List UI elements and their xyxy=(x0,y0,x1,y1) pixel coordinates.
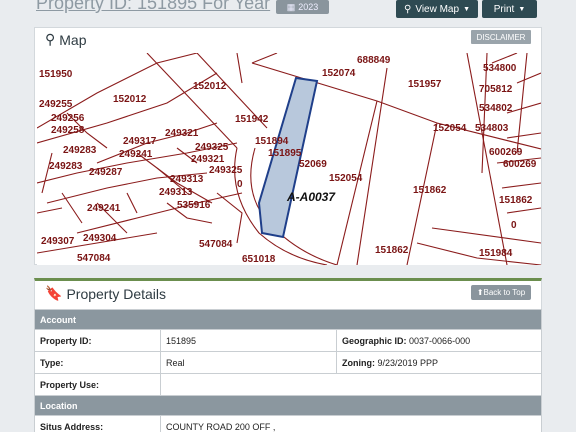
parcel-label: 249321 xyxy=(165,128,199,139)
parcel-label: 249241 xyxy=(87,203,121,214)
table-row: Property ID: 151895 Geographic ID: 0037-… xyxy=(34,329,542,352)
page-title: Property ID: 151895 For Year xyxy=(36,0,271,13)
parcel-label: 534803 xyxy=(475,123,509,134)
parcel-label: 151942 xyxy=(235,114,269,125)
parcel-label: 152012 xyxy=(113,94,147,105)
table-row: Type: Real Zoning: 9/23/2019 PPP xyxy=(34,351,542,374)
map-title-label: Map xyxy=(59,31,87,48)
parcel-label: 151862 xyxy=(413,185,447,196)
top-bar: Property ID: 151895 For Year ▦ 2023 ⚲ Vi… xyxy=(0,0,576,22)
parcel-label: 651018 xyxy=(242,254,276,265)
parcel-label: 534802 xyxy=(479,103,513,114)
zoning-label: Zoning: xyxy=(342,357,375,368)
parcel-label: 249317 xyxy=(123,136,157,147)
parcel-label: 688849 xyxy=(357,55,391,66)
table-row: Property Use: xyxy=(34,373,542,396)
geographic-id-value: 0037-0066-000 xyxy=(409,335,471,346)
property-use-value xyxy=(160,373,542,396)
parcel-label: 249321 xyxy=(191,154,225,165)
map-marker-icon: ⚲ xyxy=(45,31,56,47)
parcel-label: 151862 xyxy=(499,195,533,206)
parcel-label: 249283 xyxy=(63,145,97,156)
parcel-label: 0 xyxy=(511,220,517,231)
details-title-label: Property Details xyxy=(66,285,167,302)
section-header-location: Location xyxy=(34,395,542,416)
view-map-button[interactable]: ⚲ View Map ▼ xyxy=(396,0,478,18)
parcel-label: 152054 xyxy=(433,123,467,134)
back-to-top-button[interactable]: ⬆ Back to Top xyxy=(471,285,531,300)
parcel-label: 151957 xyxy=(408,79,442,90)
property-use-label: Property Use: xyxy=(34,373,161,396)
property-details-panel: 🔖 Property Details ⬆ Back to Top Account… xyxy=(34,278,542,432)
print-button[interactable]: Print ▼ xyxy=(482,0,537,18)
table-row: Situs Address: COUNTY ROAD 200 OFF , xyxy=(34,415,542,432)
view-map-label: View Map xyxy=(415,3,460,15)
arrow-up-icon: ⬆ xyxy=(476,288,484,297)
caret-down-icon: ▼ xyxy=(463,5,470,13)
back-to-top-label: Back to Top xyxy=(483,288,526,297)
parcel-label: 151895 xyxy=(268,148,302,159)
parcel-label: 249255 xyxy=(39,99,73,110)
disclaimer-button[interactable]: DISCLAIMER xyxy=(471,30,531,44)
parcel-label: 249304 xyxy=(83,233,117,244)
parcel-label: 151950 xyxy=(39,69,73,80)
parcel-label: 249287 xyxy=(89,167,123,178)
property-id-value: 151895 xyxy=(160,329,337,352)
parcel-label: 249256 xyxy=(51,113,85,124)
parcel-label: 249283 xyxy=(49,161,83,172)
section-row-location: Location xyxy=(34,395,542,416)
parcel-label: 249307 xyxy=(41,236,75,247)
parcel-map[interactable]: 688849 152074 534800 151950 152012 15195… xyxy=(37,53,541,265)
parcel-label: 249313 xyxy=(159,187,193,198)
parcel-label: 152054 xyxy=(329,173,363,184)
parcel-label: 52069 xyxy=(299,159,327,170)
section-row-account: Account xyxy=(34,309,542,330)
calendar-icon: ▦ xyxy=(286,1,296,12)
map-marker-icon: ⚲ xyxy=(404,3,412,15)
parcel-label: 249241 xyxy=(119,149,153,160)
abstract-label: A-A0037 xyxy=(286,190,336,204)
property-id-label: Property ID: xyxy=(34,329,161,352)
type-label: Type: xyxy=(34,351,161,374)
parcel-label: 152012 xyxy=(193,81,227,92)
parcel-label: 547084 xyxy=(77,253,111,264)
year-select[interactable]: ▦ 2023 xyxy=(276,0,329,14)
parcel-label: 249325 xyxy=(209,165,243,176)
parcel-label: 249313 xyxy=(170,174,204,185)
parcel-label: 151984 xyxy=(479,248,513,259)
print-label: Print xyxy=(493,3,515,15)
parcel-label: 705812 xyxy=(479,84,513,95)
parcel-label: 249258 xyxy=(51,125,85,136)
geographic-id-label: Geographic ID: xyxy=(342,335,407,346)
situs-address-label: Situs Address: xyxy=(34,415,161,432)
bookmark-icon: 🔖 xyxy=(45,285,63,301)
year-select-label: 2023 xyxy=(298,2,319,12)
parcel-label: 600269 xyxy=(503,159,537,170)
map-panel-header: ⚲ Map DISCLAIMER xyxy=(35,28,541,52)
zoning-value: 9/23/2019 PPP xyxy=(377,357,439,368)
parcel-label: 0 xyxy=(237,179,243,190)
geographic-id-cell: Geographic ID: 0037-0066-000 xyxy=(336,329,542,352)
situs-address-value: COUNTY ROAD 200 OFF , xyxy=(160,415,542,432)
parcel-map-svg: 688849 152074 534800 151950 152012 15195… xyxy=(37,53,541,265)
parcel-label: 249325 xyxy=(195,142,229,153)
details-panel-title: 🔖 Property Details xyxy=(45,285,166,302)
map-panel: ⚲ Map DISCLAIMER 688849 152074 534800 15… xyxy=(34,27,542,265)
parcel-label: 600269 xyxy=(489,147,523,158)
parcel-label: 151894 xyxy=(255,136,289,147)
zoning-cell: Zoning: 9/23/2019 PPP xyxy=(336,351,542,374)
details-panel-header: 🔖 Property Details ⬆ Back to Top xyxy=(35,281,541,309)
map-panel-title: ⚲ Map xyxy=(45,31,87,48)
parcel-label: 535916 xyxy=(177,200,211,211)
parcel-label: 151862 xyxy=(375,245,409,256)
parcel-label: 534800 xyxy=(483,63,517,74)
property-details-table: Account Property ID: 151895 Geographic I… xyxy=(34,309,542,432)
parcel-label: 547084 xyxy=(199,239,233,250)
caret-down-icon: ▼ xyxy=(518,5,526,13)
type-value: Real xyxy=(160,351,337,374)
section-header-account: Account xyxy=(34,309,542,330)
parcel-label: 152074 xyxy=(322,68,356,79)
